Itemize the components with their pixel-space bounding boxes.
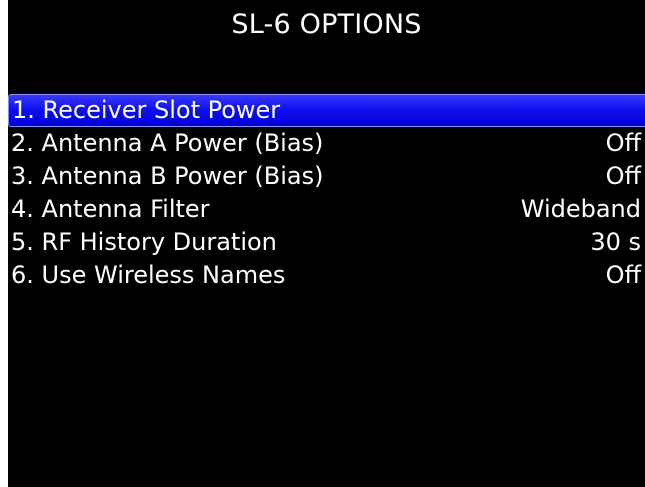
menu-item-label: 4. Antenna Filter (11, 195, 210, 223)
options-menu: 1. Receiver Slot Power 2. Antenna A Powe… (8, 94, 645, 292)
menu-item-value: Off (605, 162, 641, 190)
menu-item-value: Wideband (520, 195, 641, 223)
menu-item-value: Off (605, 261, 641, 289)
screen-title: SL-6 OPTIONS (231, 9, 422, 40)
menu-item-antenna-filter[interactable]: 4. Antenna Filter Wideband (8, 193, 645, 226)
options-screen: SL-6 OPTIONS 1. Receiver Slot Power 2. A… (8, 0, 645, 487)
menu-item-label: 2. Antenna A Power (Bias) (11, 129, 324, 157)
menu-item-label: 1. Receiver Slot Power (12, 96, 281, 124)
menu-item-antenna-a-power[interactable]: 2. Antenna A Power (Bias) Off (8, 127, 645, 160)
menu-item-rf-history-duration[interactable]: 5. RF History Duration 30 s (8, 226, 645, 259)
menu-item-label: 5. RF History Duration (11, 228, 277, 256)
menu-item-value: Off (605, 129, 641, 157)
menu-item-use-wireless-names[interactable]: 6. Use Wireless Names Off (8, 259, 645, 292)
menu-item-value: 30 s (590, 228, 641, 256)
menu-item-label: 3. Antenna B Power (Bias) (11, 162, 324, 190)
menu-item-antenna-b-power[interactable]: 3. Antenna B Power (Bias) Off (8, 160, 645, 193)
menu-item-receiver-slot-power[interactable]: 1. Receiver Slot Power (8, 94, 645, 127)
menu-item-label: 6. Use Wireless Names (11, 261, 286, 289)
